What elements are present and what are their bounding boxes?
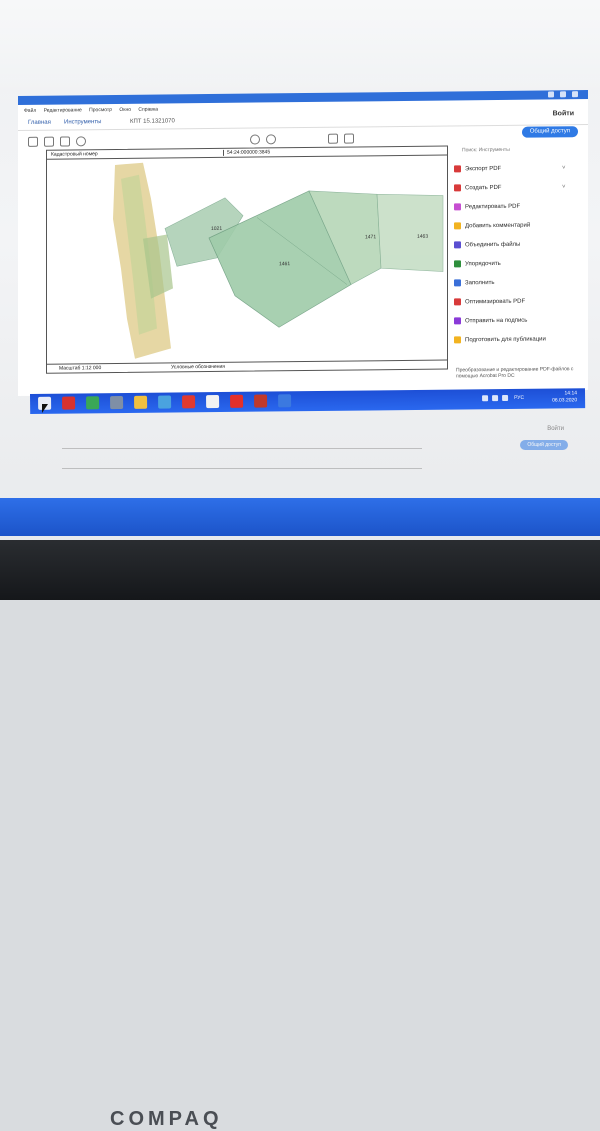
map-legend: Условные обозначения: [171, 363, 226, 371]
tool-item[interactable]: Редактировать PDF: [454, 201, 520, 214]
clock[interactable]: 14:14 06.03.2020: [552, 390, 577, 404]
game-icon[interactable]: [254, 394, 268, 408]
language-indicator[interactable]: РУС: [514, 395, 524, 401]
panel-search[interactable]: Поиск: Инструменты: [462, 147, 510, 154]
yandex-icon[interactable]: [230, 394, 244, 408]
promo-text: Преобразование и редактирование PDF-файл…: [456, 366, 574, 380]
menu-edit[interactable]: Редактирование: [44, 105, 82, 115]
page-up-icon[interactable]: [250, 134, 260, 145]
plot-label: 1463: [417, 234, 428, 240]
tool-icon: [454, 241, 461, 249]
tab-document[interactable]: КПТ 15.1321070: [130, 118, 175, 124]
acrobat-window: Файл Редактирование Просмотр Окно Справк…: [18, 90, 588, 396]
tool-label: Оптимизировать PDF: [465, 298, 526, 306]
network-icon[interactable]: [482, 395, 489, 402]
settings-icon[interactable]: [110, 396, 124, 410]
tool-icon: [454, 298, 461, 306]
tool-icon: [454, 317, 461, 325]
mouse-cursor: [42, 404, 48, 413]
menu-view[interactable]: Просмотр: [89, 105, 112, 115]
tool-icon: [454, 165, 461, 173]
tool-icon: [454, 260, 461, 268]
plot-label: 1021: [211, 226, 222, 232]
share-button[interactable]: Общий доступ: [521, 126, 578, 138]
mail-icon[interactable]: [60, 136, 70, 147]
monitor-brand: COMPAQ: [110, 1108, 223, 1130]
tool-icon: [454, 279, 461, 287]
tool-item[interactable]: Подготовить для публикации: [454, 333, 546, 346]
tool-item[interactable]: Создать PDF ˅: [454, 182, 566, 194]
tool-label: Подготовить для публикации: [465, 336, 546, 344]
pen-icon[interactable]: [344, 133, 354, 144]
lower-taskbar: [0, 498, 600, 536]
search-icon[interactable]: [76, 136, 86, 147]
cadastral-label: Кадастровый номер: [51, 151, 98, 158]
pdf-page: Кадастровый номер 54:24:000000:3845 1021…: [46, 145, 448, 374]
share-button-secondary[interactable]: Общий доступ: [520, 440, 568, 450]
cadastral-map: 1021 1461 1471 1463: [113, 162, 444, 359]
acrobat-icon[interactable]: [182, 395, 196, 409]
volume-icon[interactable]: [492, 395, 499, 402]
tool-item[interactable]: Добавить комментарий: [454, 220, 530, 233]
minimize-icon[interactable]: [548, 91, 554, 98]
plot-far-east: [376, 193, 444, 272]
comment-icon[interactable]: [328, 133, 338, 144]
tool-label: Заполнить: [465, 280, 495, 287]
tool-icon: [454, 184, 461, 192]
clock-date: 06.03.2020: [552, 397, 578, 404]
explorer-icon[interactable]: [134, 395, 148, 409]
tab-home[interactable]: Главная: [28, 120, 51, 126]
map-scale: Масштаб 1:12 000: [59, 365, 102, 372]
tool-item[interactable]: Экспорт PDF ˅: [454, 163, 566, 175]
tool-label: Редактировать PDF: [465, 203, 521, 211]
tab-tools[interactable]: Инструменты: [64, 119, 101, 125]
tool-item[interactable]: Отправить на подпись: [454, 315, 527, 328]
tool-item[interactable]: Заполнить: [454, 277, 494, 289]
save-icon[interactable]: [28, 136, 38, 147]
tool-icon: [454, 222, 461, 230]
tool-item[interactable]: Объединить файлы: [454, 239, 520, 252]
login-button-secondary[interactable]: Войти: [547, 426, 564, 432]
login-button[interactable]: Войти: [553, 110, 574, 117]
tool-label: Объединить файлы: [465, 241, 521, 249]
secondary-window: Войти Общий доступ: [50, 418, 590, 498]
tool-icon: [454, 203, 461, 211]
tools-panel: Поиск: Инструменты Экспорт PDF ˅ Создать P…: [452, 146, 582, 387]
page-down-icon[interactable]: [266, 134, 276, 145]
maximize-icon[interactable]: [560, 91, 566, 98]
print-icon[interactable]: [44, 136, 54, 147]
tool-item[interactable]: Упорядочить: [454, 258, 501, 270]
menu-file[interactable]: Файл: [24, 106, 36, 116]
chevron-down-icon[interactable]: ˅: [562, 181, 566, 193]
divider: [62, 448, 422, 449]
menu-window[interactable]: Окно: [119, 105, 131, 115]
tool-label: Добавить комментарий: [465, 222, 531, 230]
chrome-icon[interactable]: [86, 396, 100, 410]
monitor-bezel: COMPAQ: [0, 540, 600, 1130]
media-icon[interactable]: [206, 395, 220, 409]
mail-icon[interactable]: [278, 394, 292, 408]
tool-icon: [454, 336, 461, 344]
tool-label: Создать PDF: [465, 184, 502, 192]
toolbar: [18, 130, 438, 148]
tool-label: Упорядочить: [465, 260, 501, 268]
plot-label: 1471: [365, 234, 376, 240]
cadastral-number: 54:24:000000:3845: [223, 149, 271, 156]
battery-icon[interactable]: [502, 394, 509, 402]
monitor-screen: Файл Редактирование Просмотр Окно Справк…: [0, 0, 600, 600]
tool-item[interactable]: Оптимизировать PDF: [454, 296, 525, 309]
photos-icon[interactable]: [158, 395, 172, 409]
opera-icon[interactable]: [62, 396, 76, 410]
plot-label: 1461: [279, 261, 290, 267]
tool-label: Экспорт PDF: [465, 165, 502, 173]
divider: [62, 468, 422, 469]
tool-label: Отправить на подпись: [465, 317, 528, 325]
menu-help[interactable]: Справка: [138, 105, 158, 115]
close-icon[interactable]: [572, 91, 578, 98]
chevron-down-icon[interactable]: ˅: [562, 162, 566, 174]
